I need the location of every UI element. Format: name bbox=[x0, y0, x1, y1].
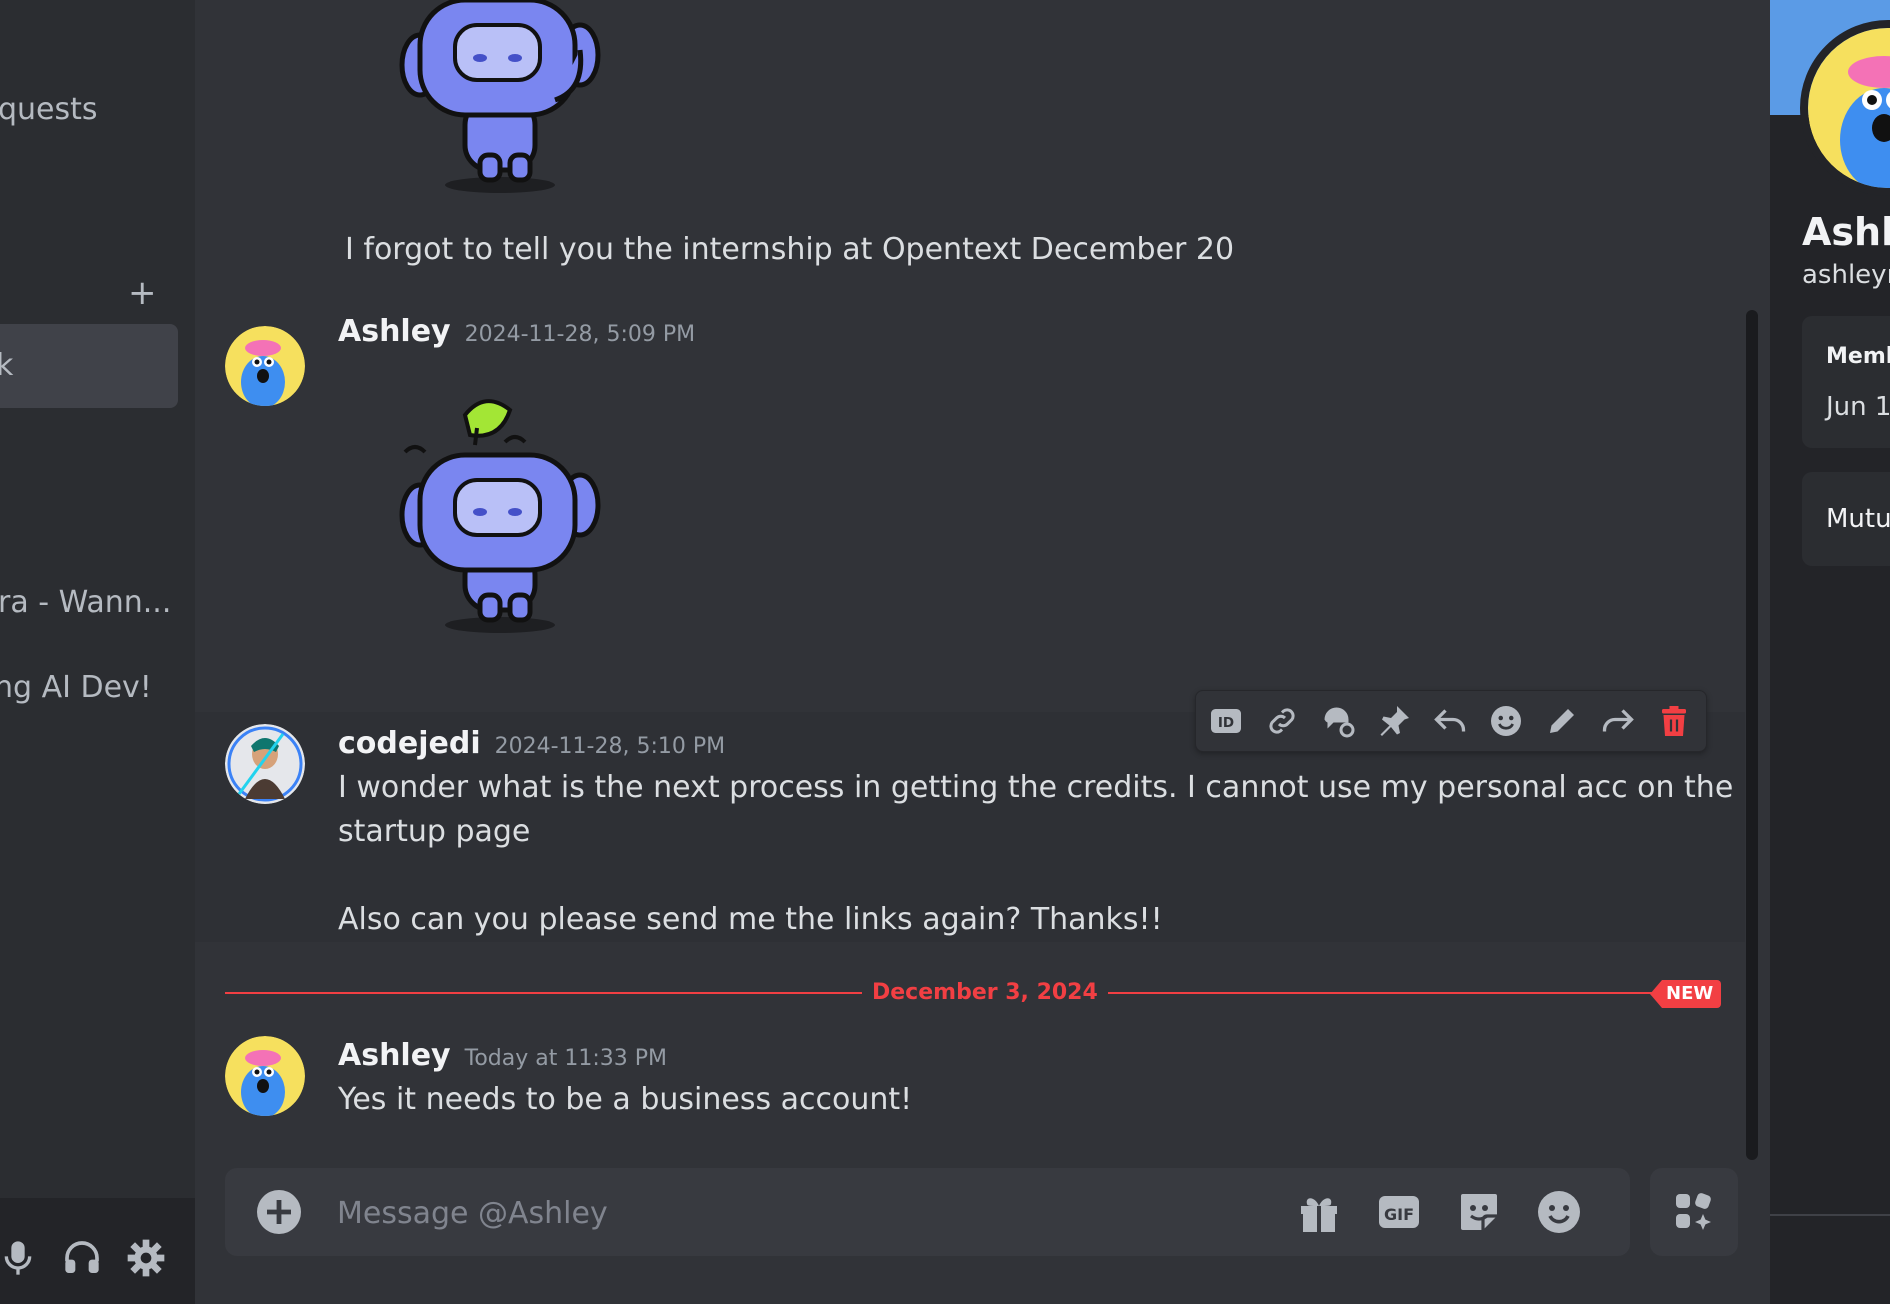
message-header: Ashley Today at 11:33 PM bbox=[338, 1034, 667, 1081]
apps-button[interactable] bbox=[1650, 1168, 1738, 1256]
reply-icon[interactable] bbox=[1432, 703, 1468, 739]
microphone-icon[interactable] bbox=[0, 1238, 38, 1278]
mutual-label: Mutu bbox=[1826, 504, 1890, 534]
add-attachment-icon[interactable] bbox=[255, 1188, 303, 1236]
svg-text:ID: ID bbox=[1218, 715, 1234, 731]
message-content: I forgot to tell you the internship at O… bbox=[345, 232, 1235, 267]
profile-display-name: Ashle bbox=[1802, 210, 1890, 254]
message-author[interactable]: codejedi bbox=[338, 726, 481, 761]
ashley-avatar-icon bbox=[225, 1036, 305, 1116]
gear-icon[interactable] bbox=[126, 1238, 166, 1278]
message-content-line: Also can you please send me the links ag… bbox=[338, 902, 1163, 937]
apps-icon bbox=[1676, 1193, 1711, 1230]
message-composer: GIF bbox=[225, 1168, 1630, 1256]
codejedi-avatar-icon bbox=[225, 724, 305, 804]
gif-icon[interactable]: GIF bbox=[1375, 1188, 1423, 1236]
ashley-avatar-icon bbox=[225, 326, 305, 406]
sticker-icon[interactable] bbox=[1455, 1188, 1503, 1236]
forward-icon[interactable] bbox=[1600, 703, 1636, 739]
sidebar-item-dm[interactable]: k bbox=[0, 348, 13, 383]
message-content-line: I wonder what is the next process in get… bbox=[338, 770, 1734, 805]
chat-scrollbar[interactable] bbox=[1746, 310, 1758, 1160]
profile-username: ashleyn bbox=[1802, 260, 1890, 290]
delete-icon[interactable] bbox=[1656, 703, 1692, 739]
avatar[interactable] bbox=[225, 1036, 305, 1116]
pin-icon[interactable] bbox=[1376, 703, 1412, 739]
message-timestamp: 2024-11-28, 5:10 PM bbox=[494, 734, 726, 759]
sidebar-item-selected[interactable] bbox=[0, 324, 178, 408]
member-since-value: Jun 1 bbox=[1826, 392, 1890, 422]
sidebar-item-label: k bbox=[0, 348, 14, 383]
wumpus-sticker[interactable] bbox=[365, 0, 615, 200]
headphones-icon[interactable] bbox=[62, 1238, 102, 1278]
sidebar-item-message-requests[interactable]: quests bbox=[0, 92, 98, 127]
message-content-line: startup page bbox=[338, 814, 531, 849]
link-icon[interactable] bbox=[1264, 703, 1300, 739]
avatar[interactable] bbox=[225, 724, 305, 804]
add-dm-button[interactable]: + bbox=[128, 276, 157, 310]
message-input[interactable] bbox=[335, 1186, 1239, 1240]
edit-icon[interactable] bbox=[1544, 703, 1580, 739]
message-actions-toolbar: ID bbox=[1195, 690, 1707, 752]
message-author[interactable]: Ashley bbox=[338, 1038, 451, 1073]
wumpus-wave-sticker[interactable] bbox=[365, 390, 615, 640]
member-since-card: Memb Jun 1 bbox=[1802, 316, 1890, 448]
thread-icon[interactable] bbox=[1320, 703, 1356, 739]
emoji-icon[interactable] bbox=[1535, 1188, 1583, 1236]
member-since-label: Memb bbox=[1826, 344, 1890, 369]
avatar[interactable] bbox=[225, 326, 305, 406]
ashley-avatar-icon bbox=[1808, 28, 1890, 188]
message-author[interactable]: Ashley bbox=[338, 314, 451, 349]
sidebar-item-label: quests bbox=[0, 92, 98, 127]
id-icon[interactable]: ID bbox=[1208, 703, 1244, 739]
mutual-section[interactable]: Mutu bbox=[1802, 472, 1890, 566]
divider-date: December 3, 2024 bbox=[862, 976, 1108, 1010]
chat-area: I forgot to tell you the internship at O… bbox=[195, 0, 1770, 1304]
channel-sidebar: quests + k ra - Wann... ng AI Dev! bbox=[0, 0, 195, 1304]
sidebar-item-label: ng AI Dev! bbox=[0, 670, 152, 705]
message-timestamp: Today at 11:33 PM bbox=[464, 1046, 667, 1071]
profile-footer-divider bbox=[1770, 1214, 1890, 1216]
message-content: Yes it needs to be a business account! bbox=[338, 1082, 913, 1117]
svg-text:GIF: GIF bbox=[1384, 1205, 1414, 1224]
gift-icon[interactable] bbox=[1295, 1188, 1343, 1236]
message-timestamp: 2024-11-28, 5:09 PM bbox=[464, 322, 696, 347]
sidebar-item-dm[interactable]: ra - Wann... bbox=[0, 585, 171, 620]
user-profile-panel: Ashle ashleyn Memb Jun 1 Mutu bbox=[1770, 0, 1890, 1304]
new-badge: NEW bbox=[1650, 980, 1722, 1008]
reaction-icon[interactable] bbox=[1488, 703, 1524, 739]
user-panel bbox=[0, 1198, 195, 1304]
message-header: codejedi 2024-11-28, 5:10 PM bbox=[338, 722, 725, 769]
message-header: Ashley 2024-11-28, 5:09 PM bbox=[338, 310, 695, 357]
sidebar-item-label: ra - Wann... bbox=[0, 585, 172, 620]
sidebar-item-dm[interactable]: ng AI Dev! bbox=[0, 670, 152, 705]
